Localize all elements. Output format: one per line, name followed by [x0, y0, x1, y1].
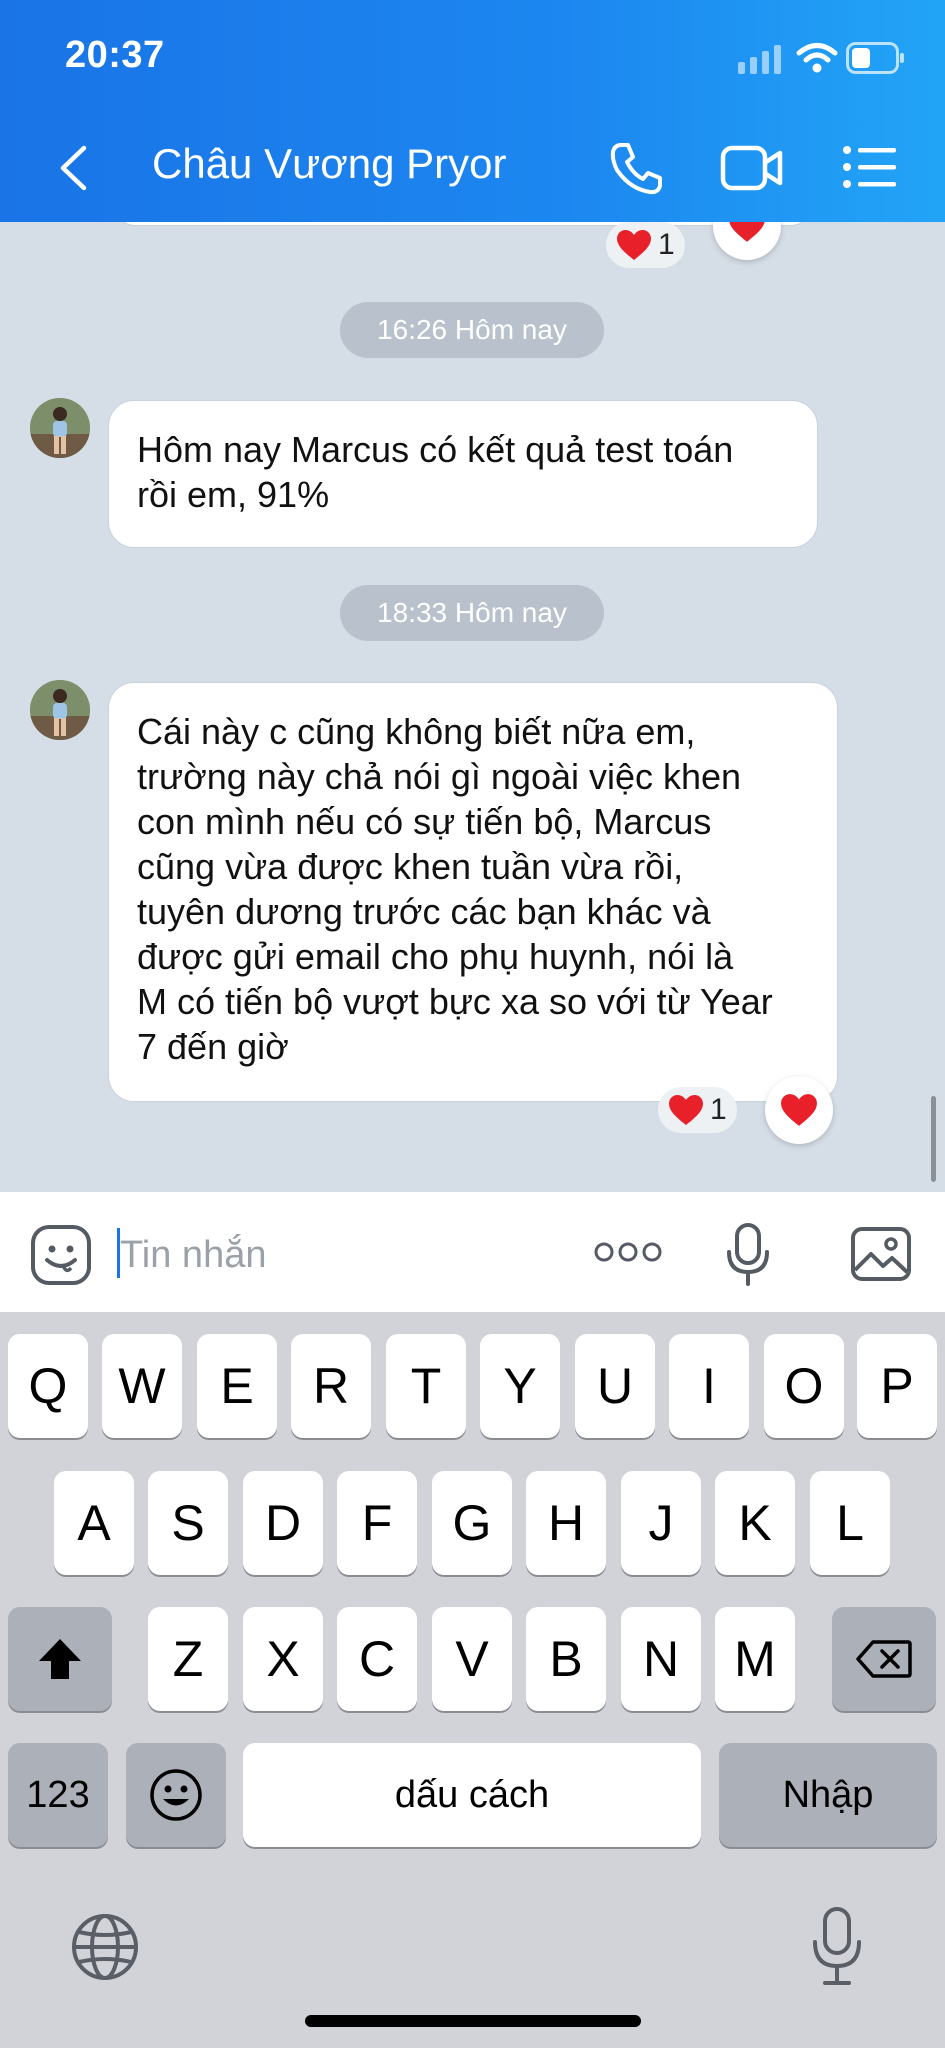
space-key[interactable]: dấu cách	[243, 1743, 701, 1847]
shift-arrow-icon	[39, 1639, 81, 1679]
key-n[interactable]: N	[621, 1607, 701, 1711]
key-m[interactable]: M	[715, 1607, 795, 1711]
emoji-key[interactable]	[126, 1743, 226, 1847]
key-a[interactable]: A	[54, 1471, 134, 1575]
react-button[interactable]	[713, 222, 781, 260]
key-r[interactable]: R	[291, 1334, 371, 1438]
reaction-summary[interactable]: 1	[658, 1087, 737, 1133]
heart-icon	[669, 1095, 703, 1125]
key-e[interactable]: E	[197, 1334, 277, 1438]
menu-list-icon[interactable]	[842, 142, 898, 192]
key-d[interactable]: D	[243, 1471, 323, 1575]
heart-icon	[781, 1094, 817, 1126]
emoji-icon	[150, 1769, 202, 1821]
image-gallery-icon[interactable]	[850, 1226, 912, 1282]
key-p[interactable]: P	[857, 1334, 937, 1438]
avatar[interactable]	[30, 680, 90, 740]
key-o[interactable]: O	[764, 1334, 844, 1438]
timestamp-label: 18:33 Hôm nay	[340, 585, 604, 641]
key-z[interactable]: Z	[148, 1607, 228, 1711]
phone-icon[interactable]	[608, 140, 664, 196]
reaction-count: 1	[658, 228, 675, 261]
voice-message-icon[interactable]	[724, 1222, 772, 1288]
message-bubble[interactable]: Hôm nay Marcus có kết quả test toán rồi …	[108, 400, 818, 548]
key-j[interactable]: J	[621, 1471, 701, 1575]
avatar[interactable]	[30, 398, 90, 458]
dictation-microphone-icon[interactable]	[810, 1906, 864, 1988]
chat-area[interactable]: 1 16:26 Hôm nay Hôm nay Marcus có kết qu…	[0, 222, 945, 1192]
more-options-icon[interactable]	[594, 1240, 662, 1264]
key-t[interactable]: T	[386, 1334, 466, 1438]
home-indicator[interactable]	[305, 2015, 641, 2027]
scrollbar[interactable]	[931, 1096, 936, 1182]
video-call-icon[interactable]	[720, 142, 784, 194]
react-button[interactable]	[765, 1076, 833, 1144]
backspace-icon	[856, 1640, 912, 1678]
key-l[interactable]: L	[810, 1471, 890, 1575]
previous-message-bubble[interactable]	[112, 222, 814, 226]
reaction-count: 1	[710, 1093, 727, 1126]
key-b[interactable]: B	[526, 1607, 606, 1711]
key-x[interactable]: X	[243, 1607, 323, 1711]
globe-icon[interactable]	[70, 1912, 140, 1982]
signal-icon	[738, 45, 781, 74]
numbers-key[interactable]: 123	[8, 1743, 108, 1847]
return-key[interactable]: Nhập	[719, 1743, 937, 1847]
reaction-summary[interactable]: 1	[606, 222, 685, 268]
shift-key[interactable]	[8, 1607, 112, 1711]
timestamp-label: 16:26 Hôm nay	[340, 302, 604, 358]
key-s[interactable]: S	[148, 1471, 228, 1575]
key-w[interactable]: W	[102, 1334, 182, 1438]
message-bubble[interactable]: Cái này c cũng không biết nữa em, trường…	[108, 682, 838, 1102]
heart-icon	[617, 230, 651, 260]
key-h[interactable]: H	[526, 1471, 606, 1575]
key-u[interactable]: U	[575, 1334, 655, 1438]
status-time: 20:37	[65, 34, 165, 76]
sticker-emoji-icon[interactable]	[30, 1224, 92, 1286]
chat-header: 20:37 Châu Vương Pryor	[0, 0, 945, 222]
contact-name[interactable]: Châu Vương Pryor	[152, 140, 506, 188]
key-v[interactable]: V	[432, 1607, 512, 1711]
key-q[interactable]: Q	[8, 1334, 88, 1438]
message-input[interactable]	[118, 1225, 560, 1285]
key-f[interactable]: F	[337, 1471, 417, 1575]
backspace-key[interactable]	[832, 1607, 936, 1711]
key-g[interactable]: G	[432, 1471, 512, 1575]
heart-icon	[729, 222, 765, 242]
wifi-icon	[796, 43, 838, 73]
key-c[interactable]: C	[337, 1607, 417, 1711]
key-k[interactable]: K	[715, 1471, 795, 1575]
back-icon[interactable]	[56, 145, 90, 191]
battery-icon	[846, 42, 904, 74]
key-y[interactable]: Y	[480, 1334, 560, 1438]
key-i[interactable]: I	[669, 1334, 749, 1438]
